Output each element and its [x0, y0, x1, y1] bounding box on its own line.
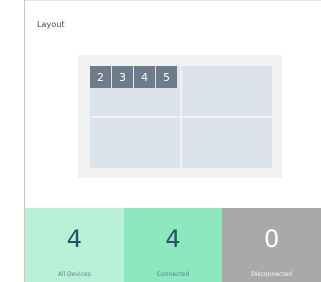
cell-1-tab-strip: 2 3 4 5	[90, 66, 177, 88]
layout-cell-3[interactable]	[90, 118, 180, 168]
layout-tab-3[interactable]: 3	[112, 66, 133, 88]
layout-cell-4[interactable]	[182, 118, 272, 168]
layout-title: Layout	[37, 20, 65, 29]
stat-connected-value: 4	[165, 225, 181, 253]
layout-cell-1[interactable]: 2 3 4 5	[90, 66, 180, 116]
stat-disconnected-value: 0	[264, 225, 280, 253]
stat-all-devices[interactable]: 4 All Devices	[25, 208, 124, 282]
stat-disconnected-label: Disconnected	[251, 271, 293, 278]
layout-tab-2[interactable]: 2	[90, 66, 111, 88]
screen-layout-grid: 2 3 4 5	[90, 66, 272, 168]
stat-connected[interactable]: 4 Connected	[123, 208, 223, 282]
layout-cell-2[interactable]	[182, 66, 272, 116]
layout-tab-4[interactable]: 4	[134, 66, 155, 88]
device-stats: 4 All Devices 4 Connected 0 Disconnected	[25, 208, 321, 282]
stat-disconnected[interactable]: 0 Disconnected	[222, 208, 321, 282]
top-divider	[25, 0, 321, 1]
layout-panel: Layout 2 3 4 5 4 All Devices 4 Connected	[24, 0, 321, 282]
stat-connected-label: Connected	[156, 271, 190, 278]
stat-all-devices-label: All Devices	[57, 271, 91, 278]
layout-tab-5[interactable]: 5	[156, 66, 177, 88]
stat-all-devices-value: 4	[66, 225, 82, 253]
layout-preview: 2 3 4 5	[78, 55, 282, 178]
